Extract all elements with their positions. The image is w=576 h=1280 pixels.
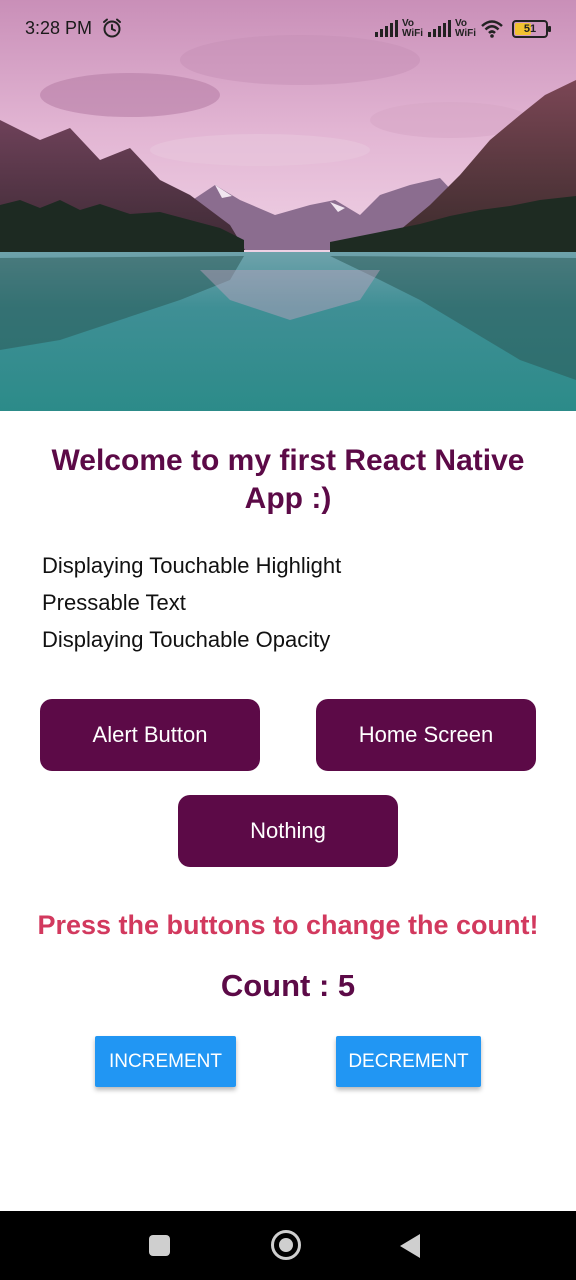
count-label: Count :	[220, 968, 338, 1003]
count-value: 5	[337, 968, 356, 1003]
increment-button[interactable]: INCREMENT	[95, 1036, 236, 1087]
signal-icon	[374, 20, 398, 37]
triangle-back-icon[interactable]	[400, 1234, 420, 1258]
square-recents-icon[interactable]	[149, 1235, 170, 1256]
wifi-icon	[481, 20, 503, 38]
navigation-bar	[0, 1211, 576, 1280]
page-title: Welcome to my first React Native App :)	[51, 444, 525, 515]
alert-button[interactable]: Alert Button	[40, 699, 260, 771]
decrement-button[interactable]: DECREMENT	[336, 1036, 481, 1087]
hero-image	[0, 0, 576, 411]
count-display: Count : 5	[0, 968, 576, 1004]
signal-icon-2	[427, 20, 451, 37]
vowifi-label: Vo WiFi	[401, 18, 423, 39]
home-screen-button[interactable]: Home Screen	[316, 699, 536, 771]
battery-level: 51	[523, 23, 537, 35]
circle-home-icon[interactable]	[271, 1230, 301, 1260]
nothing-button[interactable]: Nothing	[178, 795, 398, 867]
pressable-text[interactable]: Pressable Text	[42, 584, 542, 621]
status-icons: Vo WiFi Vo WiFi 51	[374, 16, 551, 42]
touchable-highlight-text[interactable]: Displaying Touchable Highlight	[42, 547, 542, 584]
status-bar: 3:28 PM Vo WiFi Vo WiFi 51	[0, 0, 576, 58]
battery-icon: 51	[512, 20, 551, 38]
touchable-opacity-text[interactable]: Displaying Touchable Opacity	[42, 621, 542, 658]
alarm-clock-icon	[103, 18, 121, 38]
mountain-lake-landscape-image	[0, 0, 576, 411]
text-list: Displaying Touchable Highlight Pressable…	[42, 547, 542, 658]
vowifi-label-2: Vo WiFi	[454, 18, 476, 39]
count-prompt: Press the buttons to change the count!	[37, 910, 539, 940]
status-time: 3:28 PM	[25, 18, 93, 38]
